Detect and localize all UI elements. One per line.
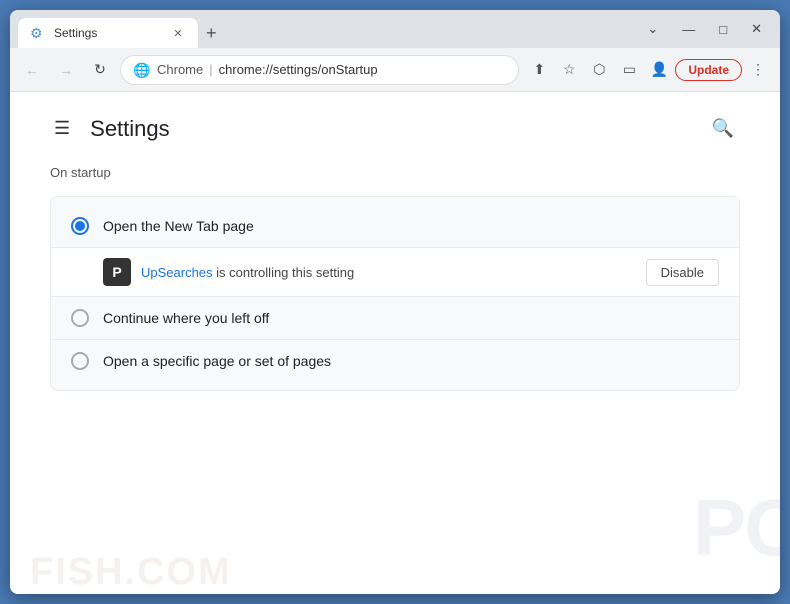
extensions-button[interactable]: ⬡ xyxy=(585,56,613,84)
extension-name: UpSearches xyxy=(141,265,213,280)
browser-name: Chrome xyxy=(157,62,203,77)
section-label: On startup xyxy=(50,165,740,180)
toolbar-actions: ⬆ ☆ ⬡ ▭ 👤 Update ⋮ xyxy=(525,56,772,84)
extension-icon: P xyxy=(103,258,131,286)
toolbar: ← → ↻ 🌐 Chrome | chrome://settings/onSta… xyxy=(10,48,780,92)
address-path: chrome://settings/onStartup xyxy=(219,62,378,77)
menu-button[interactable]: ⋮ xyxy=(744,56,772,84)
profile-button[interactable]: 👤 xyxy=(645,56,673,84)
option-continue-label: Continue where you left off xyxy=(103,310,269,326)
minimize-button[interactable]: — xyxy=(672,18,705,41)
title-bar: ⚙ Settings ✕ + ⌄ — □ ✕ xyxy=(10,10,780,48)
maximize-button[interactable]: □ xyxy=(709,18,737,41)
watermark-pc: PC xyxy=(693,482,780,574)
active-tab[interactable]: ⚙ Settings ✕ xyxy=(18,18,198,48)
radio-specific-page[interactable] xyxy=(71,352,89,370)
address-text: Chrome | chrome://settings/onStartup xyxy=(157,62,378,77)
address-divider: | xyxy=(209,62,212,77)
extension-text: UpSearches is controlling this setting xyxy=(141,265,636,280)
browser-window: ⚙ Settings ✕ + ⌄ — □ ✕ ← → ↻ 🌐 Chrome | … xyxy=(10,10,780,594)
option-specific-page-label: Open a specific page or set of pages xyxy=(103,353,331,369)
disable-button[interactable]: Disable xyxy=(646,259,719,286)
option-new-tab-label: Open the New Tab page xyxy=(103,218,254,234)
option-continue[interactable]: Continue where you left off xyxy=(51,297,739,339)
address-bar[interactable]: 🌐 Chrome | chrome://settings/onStartup xyxy=(120,55,519,85)
extension-suffix: is controlling this setting xyxy=(213,265,355,280)
tab-area: ⚙ Settings ✕ + xyxy=(18,10,631,48)
settings-content: PC FISH.COM ☰ Settings 🔍 On startup Open… xyxy=(10,92,780,594)
extension-row: P UpSearches is controlling this setting… xyxy=(51,247,739,297)
hamburger-button[interactable]: ☰ xyxy=(50,114,74,143)
refresh-button[interactable]: ↻ xyxy=(86,56,114,84)
update-button[interactable]: Update xyxy=(675,59,742,81)
radio-continue[interactable] xyxy=(71,309,89,327)
chrome-logo-icon: 🌐 xyxy=(133,62,149,78)
option-new-tab[interactable]: Open the New Tab page xyxy=(51,205,739,247)
share-button[interactable]: ⬆ xyxy=(525,56,553,84)
window-controls: ⌄ — □ ✕ xyxy=(637,17,772,41)
dropdown-button[interactable]: ⌄ xyxy=(637,17,668,41)
settings-header: ☰ Settings 🔍 xyxy=(50,112,740,145)
back-button[interactable]: ← xyxy=(18,56,46,84)
startup-options-card: Open the New Tab page P UpSearches is co… xyxy=(50,196,740,391)
settings-page: PC FISH.COM ☰ Settings 🔍 On startup Open… xyxy=(10,92,780,594)
tab-favicon-icon: ⚙ xyxy=(30,25,46,41)
close-button[interactable]: ✕ xyxy=(741,17,772,41)
tab-title: Settings xyxy=(54,26,97,40)
radio-inner-new-tab xyxy=(75,221,85,231)
forward-button[interactable]: → xyxy=(52,56,80,84)
sidebar-button[interactable]: ▭ xyxy=(615,56,643,84)
option-specific-page[interactable]: Open a specific page or set of pages xyxy=(51,340,739,382)
page-title: Settings xyxy=(90,116,170,142)
bookmark-button[interactable]: ☆ xyxy=(555,56,583,84)
update-label: Update xyxy=(688,63,729,77)
tab-close-button[interactable]: ✕ xyxy=(170,25,186,41)
watermark-fish: FISH.COM xyxy=(30,551,232,594)
search-button[interactable]: 🔍 xyxy=(706,112,740,145)
radio-new-tab[interactable] xyxy=(71,217,89,235)
new-tab-button[interactable]: + xyxy=(198,19,225,48)
